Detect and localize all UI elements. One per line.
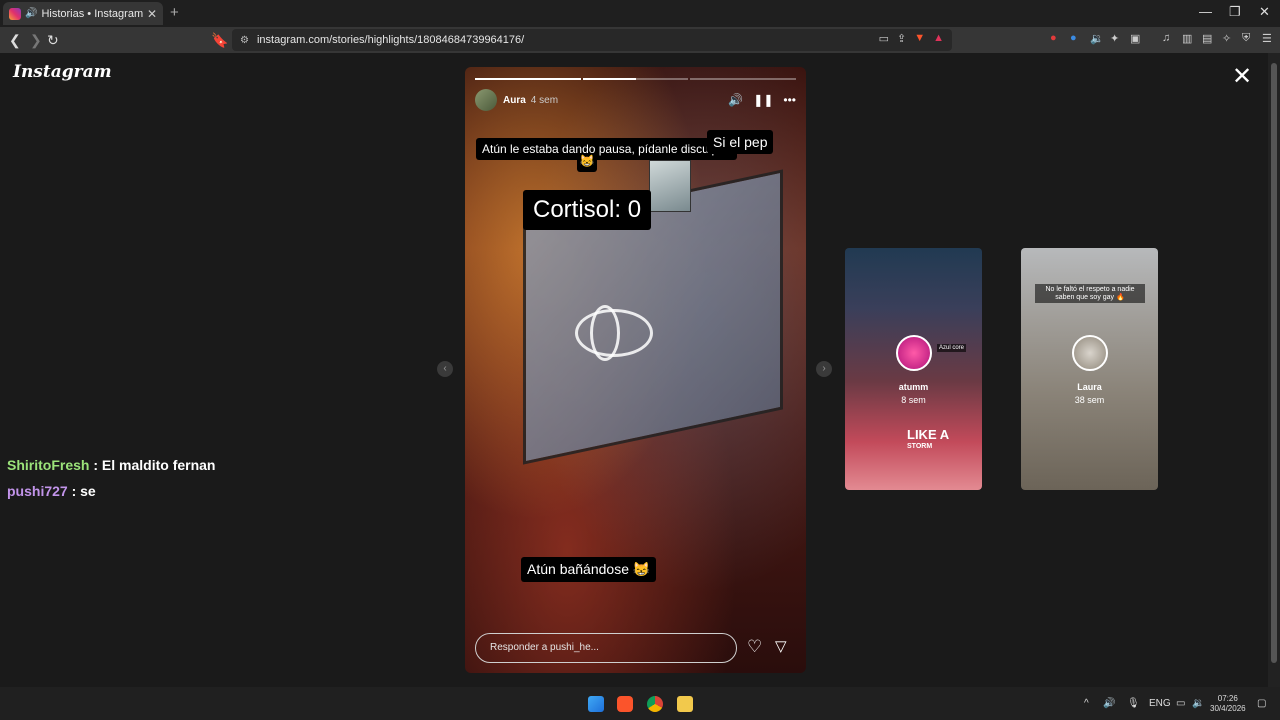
music-icon[interactable]: ♫ <box>1162 32 1170 44</box>
volume-tray-icon[interactable]: 🔉 <box>1192 698 1204 709</box>
extension-blue-icon[interactable]: ● <box>1070 32 1077 44</box>
reply-input[interactable]: Responder a pushi_he... <box>475 633 737 663</box>
clock-time: 07:26 <box>1217 694 1238 703</box>
more-options-icon[interactable]: ••• <box>783 93 796 107</box>
new-tab-icon[interactable]: + <box>170 4 179 21</box>
story-caption-bottom: Atún bañándose 😸 <box>521 557 657 582</box>
story-sticker-image <box>649 160 691 212</box>
avatar <box>1072 335 1108 371</box>
avatar <box>896 335 932 371</box>
brave-browser-icon[interactable] <box>617 696 633 712</box>
window-close-icon[interactable]: ✕ <box>1259 4 1270 20</box>
instagram-logo[interactable]: Instagram <box>13 62 112 82</box>
preview-username: Laura <box>1077 382 1102 392</box>
file-explorer-icon[interactable] <box>677 696 693 712</box>
language-indicator[interactable]: ENG <box>1149 698 1171 709</box>
cat-emoji-icon: 😸 <box>577 154 597 172</box>
bookmark-icon[interactable]: 🔖 <box>211 32 228 49</box>
forward-icon[interactable]: ❯ <box>30 32 42 49</box>
chat-username: ShiritoFresh <box>7 457 90 473</box>
site-info-icon[interactable]: ⚙ <box>240 35 249 46</box>
clock-date: 30/4/2026 <box>1210 704 1246 713</box>
chat-text: : El maldito fernan <box>89 457 216 473</box>
story-username[interactable]: Aura <box>503 95 526 106</box>
tray-overflow-icon[interactable]: ^ <box>1084 698 1089 709</box>
reload-icon[interactable]: ↻ <box>47 32 59 49</box>
page-scrollbar[interactable] <box>1268 53 1280 687</box>
progress-segment <box>475 78 581 80</box>
windows-start-icon[interactable] <box>588 696 604 712</box>
preview-sticker: LIKE A STORM <box>907 427 950 453</box>
cast-icon[interactable]: ▭ <box>879 32 889 45</box>
instagram-favicon-icon <box>9 7 21 20</box>
next-story-button[interactable]: › <box>816 361 832 377</box>
back-icon[interactable]: ❮ <box>9 32 21 49</box>
tab-close-icon[interactable]: ✕ <box>147 7 157 21</box>
minimize-icon[interactable]: — <box>1199 4 1212 19</box>
previous-story-button[interactable]: ‹ <box>437 361 453 377</box>
sidebar-icon[interactable]: ▥ <box>1182 32 1192 45</box>
wallet-icon[interactable]: ▤ <box>1202 32 1212 45</box>
url-text[interactable]: instagram.com/stories/highlights/1808468… <box>257 34 952 46</box>
extensions-puzzle-icon[interactable]: ✦ <box>1110 32 1119 45</box>
vpn-icon[interactable]: ⛨ <box>1242 32 1250 45</box>
story-preview-laura[interactable]: No le faltó el respeto a nadie saben que… <box>1021 248 1158 490</box>
story-card[interactable]: Aura 4 sem 🔊 ❚❚ ••• Atún le estaba dando… <box>465 67 806 673</box>
close-stories-icon[interactable]: ✕ <box>1232 65 1252 89</box>
chrome-icon[interactable] <box>647 696 663 712</box>
chat-message: ShiritoFresh : El maldito fernan <box>7 457 215 473</box>
brave-rewards-icon[interactable]: ▲ <box>933 32 944 45</box>
preview-caption: No le faltó el respeto a nadie saben que… <box>1035 284 1145 303</box>
preview-sticker-main: LIKE A <box>907 427 950 442</box>
preview-time: 8 sem <box>901 395 926 405</box>
tab-strip: 🔊 Historias • Instagram ✕ + — ❐ ✕ <box>0 0 1280 27</box>
preview-time: 38 sem <box>1074 395 1105 405</box>
story-caption-top-right: Si el pep <box>707 130 774 154</box>
taskbar: ^ 🔊 🎙 ENG ▭ 🔉 07:26 30/4/2026 ▢ <box>0 687 1280 720</box>
progress-segment <box>690 78 797 80</box>
screenshot-icon[interactable]: ▣ <box>1130 32 1140 45</box>
heart-icon[interactable]: ♡ <box>747 637 762 657</box>
preview-username: atumm <box>898 382 929 392</box>
audio-extension-icon[interactable]: 🔉 <box>1090 32 1104 45</box>
story-photo-ring <box>590 305 620 361</box>
tab-title: Historias • Instagram <box>41 7 144 20</box>
chat-username: pushi727 <box>7 483 68 499</box>
story-preview-atumm[interactable]: Azul core atumm 8 sem LIKE A STORM <box>845 248 982 490</box>
leo-ai-icon[interactable]: ✧ <box>1222 32 1231 45</box>
send-icon[interactable]: ▽ <box>775 637 787 655</box>
microphone-icon[interactable]: 🎙 <box>1127 698 1140 709</box>
story-caption-top: Atún le estaba dando pausa, pídanle disc… <box>476 138 737 160</box>
maximize-icon[interactable]: ❐ <box>1229 4 1241 20</box>
avatar[interactable] <box>475 89 497 111</box>
speaker-icon[interactable]: 🔊 <box>25 8 37 19</box>
chat-text: : se <box>67 483 96 499</box>
record-extension-icon[interactable]: ● <box>1050 32 1057 44</box>
network-icon[interactable]: ▭ <box>1176 698 1185 709</box>
notifications-icon[interactable]: ▢ <box>1257 698 1266 709</box>
preview-sticker-sub: STORM <box>907 443 933 450</box>
toolbar: ❮ ❯ ↻ 🔖 ⚙ instagram.com/stories/highligh… <box>0 27 1280 53</box>
story-time: 4 sem <box>530 94 559 106</box>
story-caption-center: Cortisol: 0 <box>523 190 652 230</box>
address-bar[interactable]: ⚙ instagram.com/stories/highlights/18084… <box>232 29 952 51</box>
story-progress <box>475 78 797 80</box>
pause-icon[interactable]: ❚❚ <box>753 93 773 107</box>
system-clock[interactable]: 07:26 30/4/2026 <box>1210 694 1246 714</box>
stories-viewer: Instagram ✕ Aura 4 sem 🔊 ❚❚ ••• Atún le … <box>0 53 1268 687</box>
story-header: Aura 4 sem 🔊 ❚❚ ••• <box>475 89 796 111</box>
active-tab[interactable]: 🔊 Historias • Instagram ✕ <box>3 2 163 25</box>
address-bar-actions: ▭ ⇪ ▼ ▲ <box>879 32 944 45</box>
volume-icon[interactable]: 🔊 <box>728 93 743 107</box>
progress-segment <box>582 78 689 80</box>
menu-icon[interactable]: ☰ <box>1262 32 1272 45</box>
chat-message: pushi727 : se <box>7 483 96 499</box>
share-icon[interactable]: ⇪ <box>897 32 906 45</box>
brave-shield-icon[interactable]: ▼ <box>914 32 925 45</box>
preview-tag: Azul core <box>937 344 967 352</box>
speaker-tray-icon[interactable]: 🔊 <box>1103 698 1115 709</box>
